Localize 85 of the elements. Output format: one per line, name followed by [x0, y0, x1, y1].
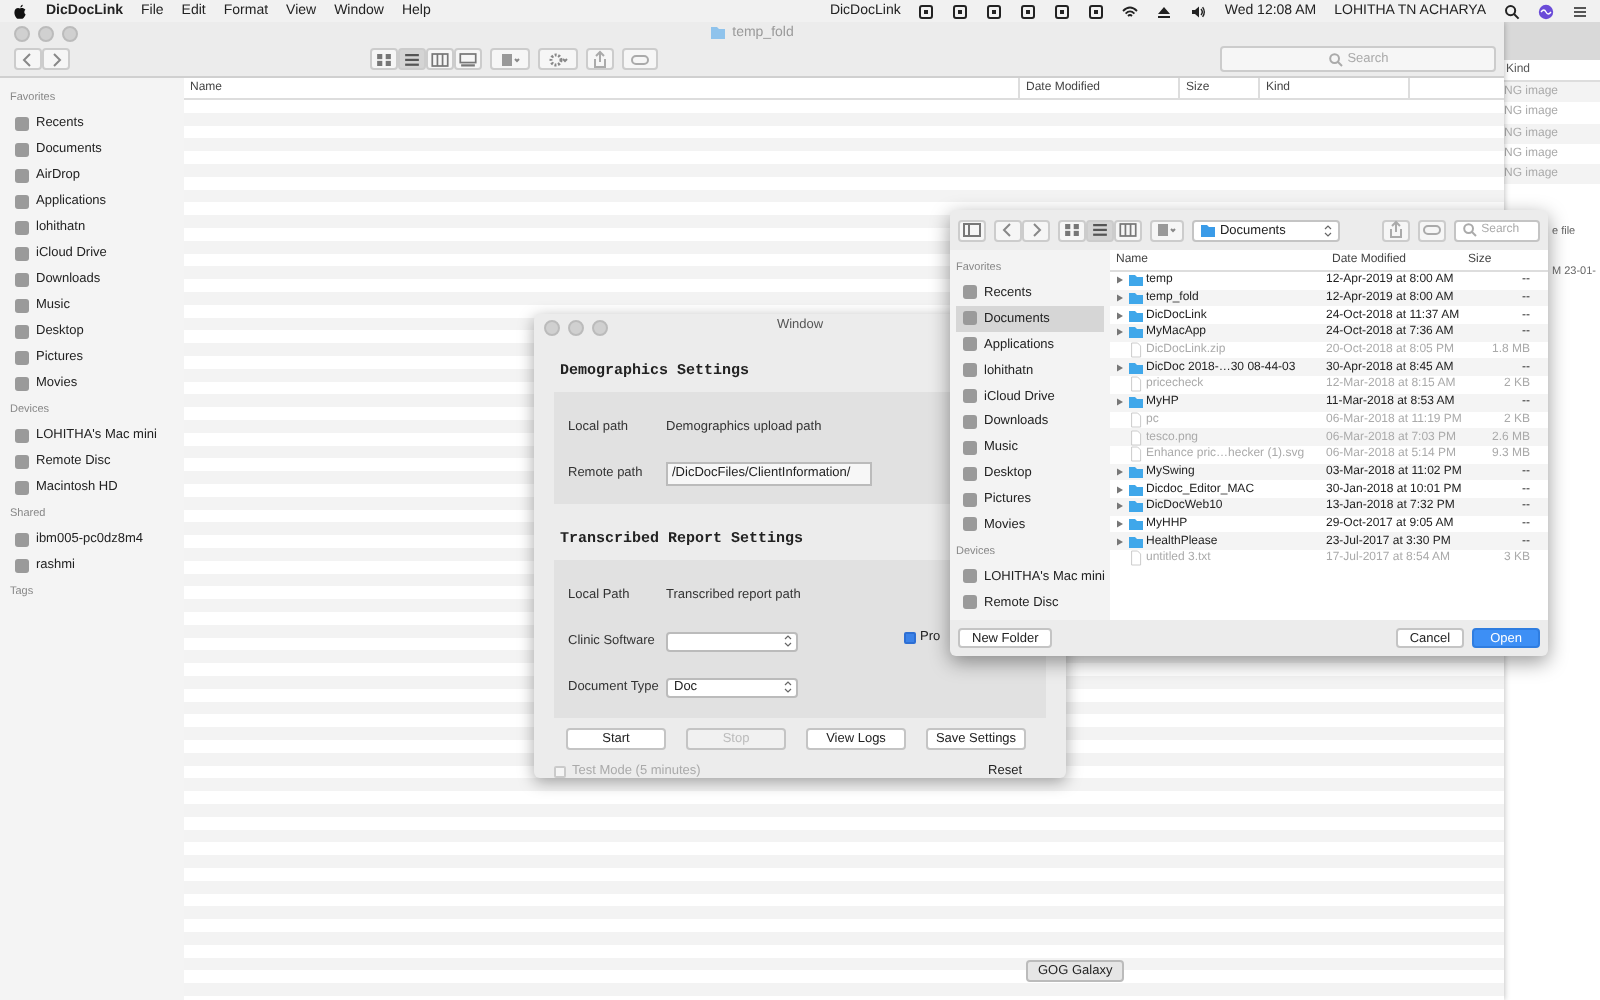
- tag-icon: [1419, 220, 1444, 240]
- disclosure-triangle-icon[interactable]: [1116, 363, 1124, 372]
- square-icon: [14, 427, 30, 443]
- square-icon: [962, 284, 978, 301]
- square-icon: [962, 568, 978, 585]
- columns-icon: [1116, 220, 1140, 240]
- square-icon: [962, 439, 978, 456]
- square-icon: [14, 349, 30, 365]
- view-mode-button[interactable]: [454, 48, 482, 70]
- square-icon: [962, 362, 978, 379]
- checkbox[interactable]: [904, 631, 916, 643]
- tag-button[interactable]: [622, 48, 658, 70]
- square-icon: [962, 594, 978, 611]
- square-icon: [962, 336, 978, 353]
- folder-icon: [1127, 394, 1143, 411]
- gallery-icon: [456, 49, 480, 69]
- forward-button[interactable]: [1022, 219, 1050, 241]
- share-button[interactable]: [586, 48, 614, 70]
- sidebar-toggle-button[interactable]: [958, 219, 986, 241]
- view-mode-button[interactable]: [370, 48, 398, 70]
- square-icon: [14, 297, 30, 313]
- back-button[interactable]: [994, 219, 1022, 241]
- square-icon: [14, 453, 30, 469]
- arrange-button[interactable]: [490, 48, 530, 70]
- square-icon: [14, 531, 30, 547]
- tag-icon: [628, 49, 652, 69]
- status-icon[interactable]: [1088, 3, 1105, 19]
- square-icon: [962, 310, 978, 327]
- square-icon: [14, 479, 30, 495]
- view-mode-button[interactable]: [398, 48, 426, 70]
- status-icon[interactable]: [918, 3, 935, 19]
- square-icon: [962, 491, 978, 508]
- apple-icon[interactable]: [12, 3, 28, 19]
- square-icon: [962, 516, 978, 533]
- status-icon[interactable]: [986, 3, 1003, 19]
- square-icon: [962, 465, 978, 482]
- eject-icon[interactable]: [1156, 3, 1173, 19]
- stepper-arrows-icon: [784, 634, 792, 648]
- folder-icon: [1127, 359, 1143, 376]
- stepper-arrows-icon: [1323, 223, 1332, 237]
- square-icon: [14, 167, 30, 183]
- status-icon[interactable]: [1054, 3, 1071, 19]
- arrange-icon: [1154, 220, 1179, 240]
- sidebar-icon: [960, 220, 984, 240]
- square-icon: [14, 271, 30, 287]
- arrange-button[interactable]: [1150, 219, 1184, 241]
- view-mode-button[interactable]: [1058, 219, 1086, 241]
- search-icon[interactable]: [1504, 3, 1520, 19]
- disclosure-triangle-icon[interactable]: [1116, 398, 1124, 407]
- square-icon: [14, 219, 30, 235]
- square-icon: [14, 115, 30, 131]
- status-icon[interactable]: [952, 3, 969, 19]
- volume-icon[interactable]: [1190, 3, 1207, 19]
- settings-button[interactable]: [538, 48, 578, 70]
- wifi-icon[interactable]: [1122, 3, 1139, 19]
- siri-icon[interactable]: [1538, 3, 1554, 19]
- share-icon: [588, 49, 612, 69]
- square-icon: [962, 388, 978, 404]
- status-icon[interactable]: [1020, 3, 1037, 19]
- arrange-icon: [498, 49, 522, 69]
- menu-icon[interactable]: [1572, 3, 1588, 19]
- square-icon: [962, 413, 978, 430]
- tag-button[interactable]: [1417, 219, 1446, 241]
- square-icon: [14, 557, 30, 573]
- columns-icon: [428, 49, 452, 69]
- list-icon: [1088, 220, 1112, 240]
- square-icon: [14, 375, 30, 391]
- folder-icon: [1199, 222, 1216, 238]
- search-icon: [1461, 222, 1478, 238]
- view-mode-button[interactable]: [1086, 219, 1114, 241]
- square-icon: [14, 323, 30, 339]
- share-button[interactable]: [1381, 219, 1410, 241]
- list-icon: [400, 49, 424, 69]
- square-icon: [14, 245, 30, 261]
- stepper-arrows-icon: [784, 680, 792, 694]
- square-icon: [14, 193, 30, 209]
- gear-icon: [546, 49, 570, 69]
- grid-icon: [372, 49, 396, 69]
- square-icon: [14, 141, 30, 157]
- back-button[interactable]: [14, 48, 42, 70]
- view-mode-button[interactable]: [426, 48, 454, 70]
- view-mode-button[interactable]: [1114, 219, 1142, 241]
- search-icon: [1327, 51, 1344, 67]
- grid-icon: [1060, 220, 1084, 240]
- forward-button[interactable]: [42, 48, 70, 70]
